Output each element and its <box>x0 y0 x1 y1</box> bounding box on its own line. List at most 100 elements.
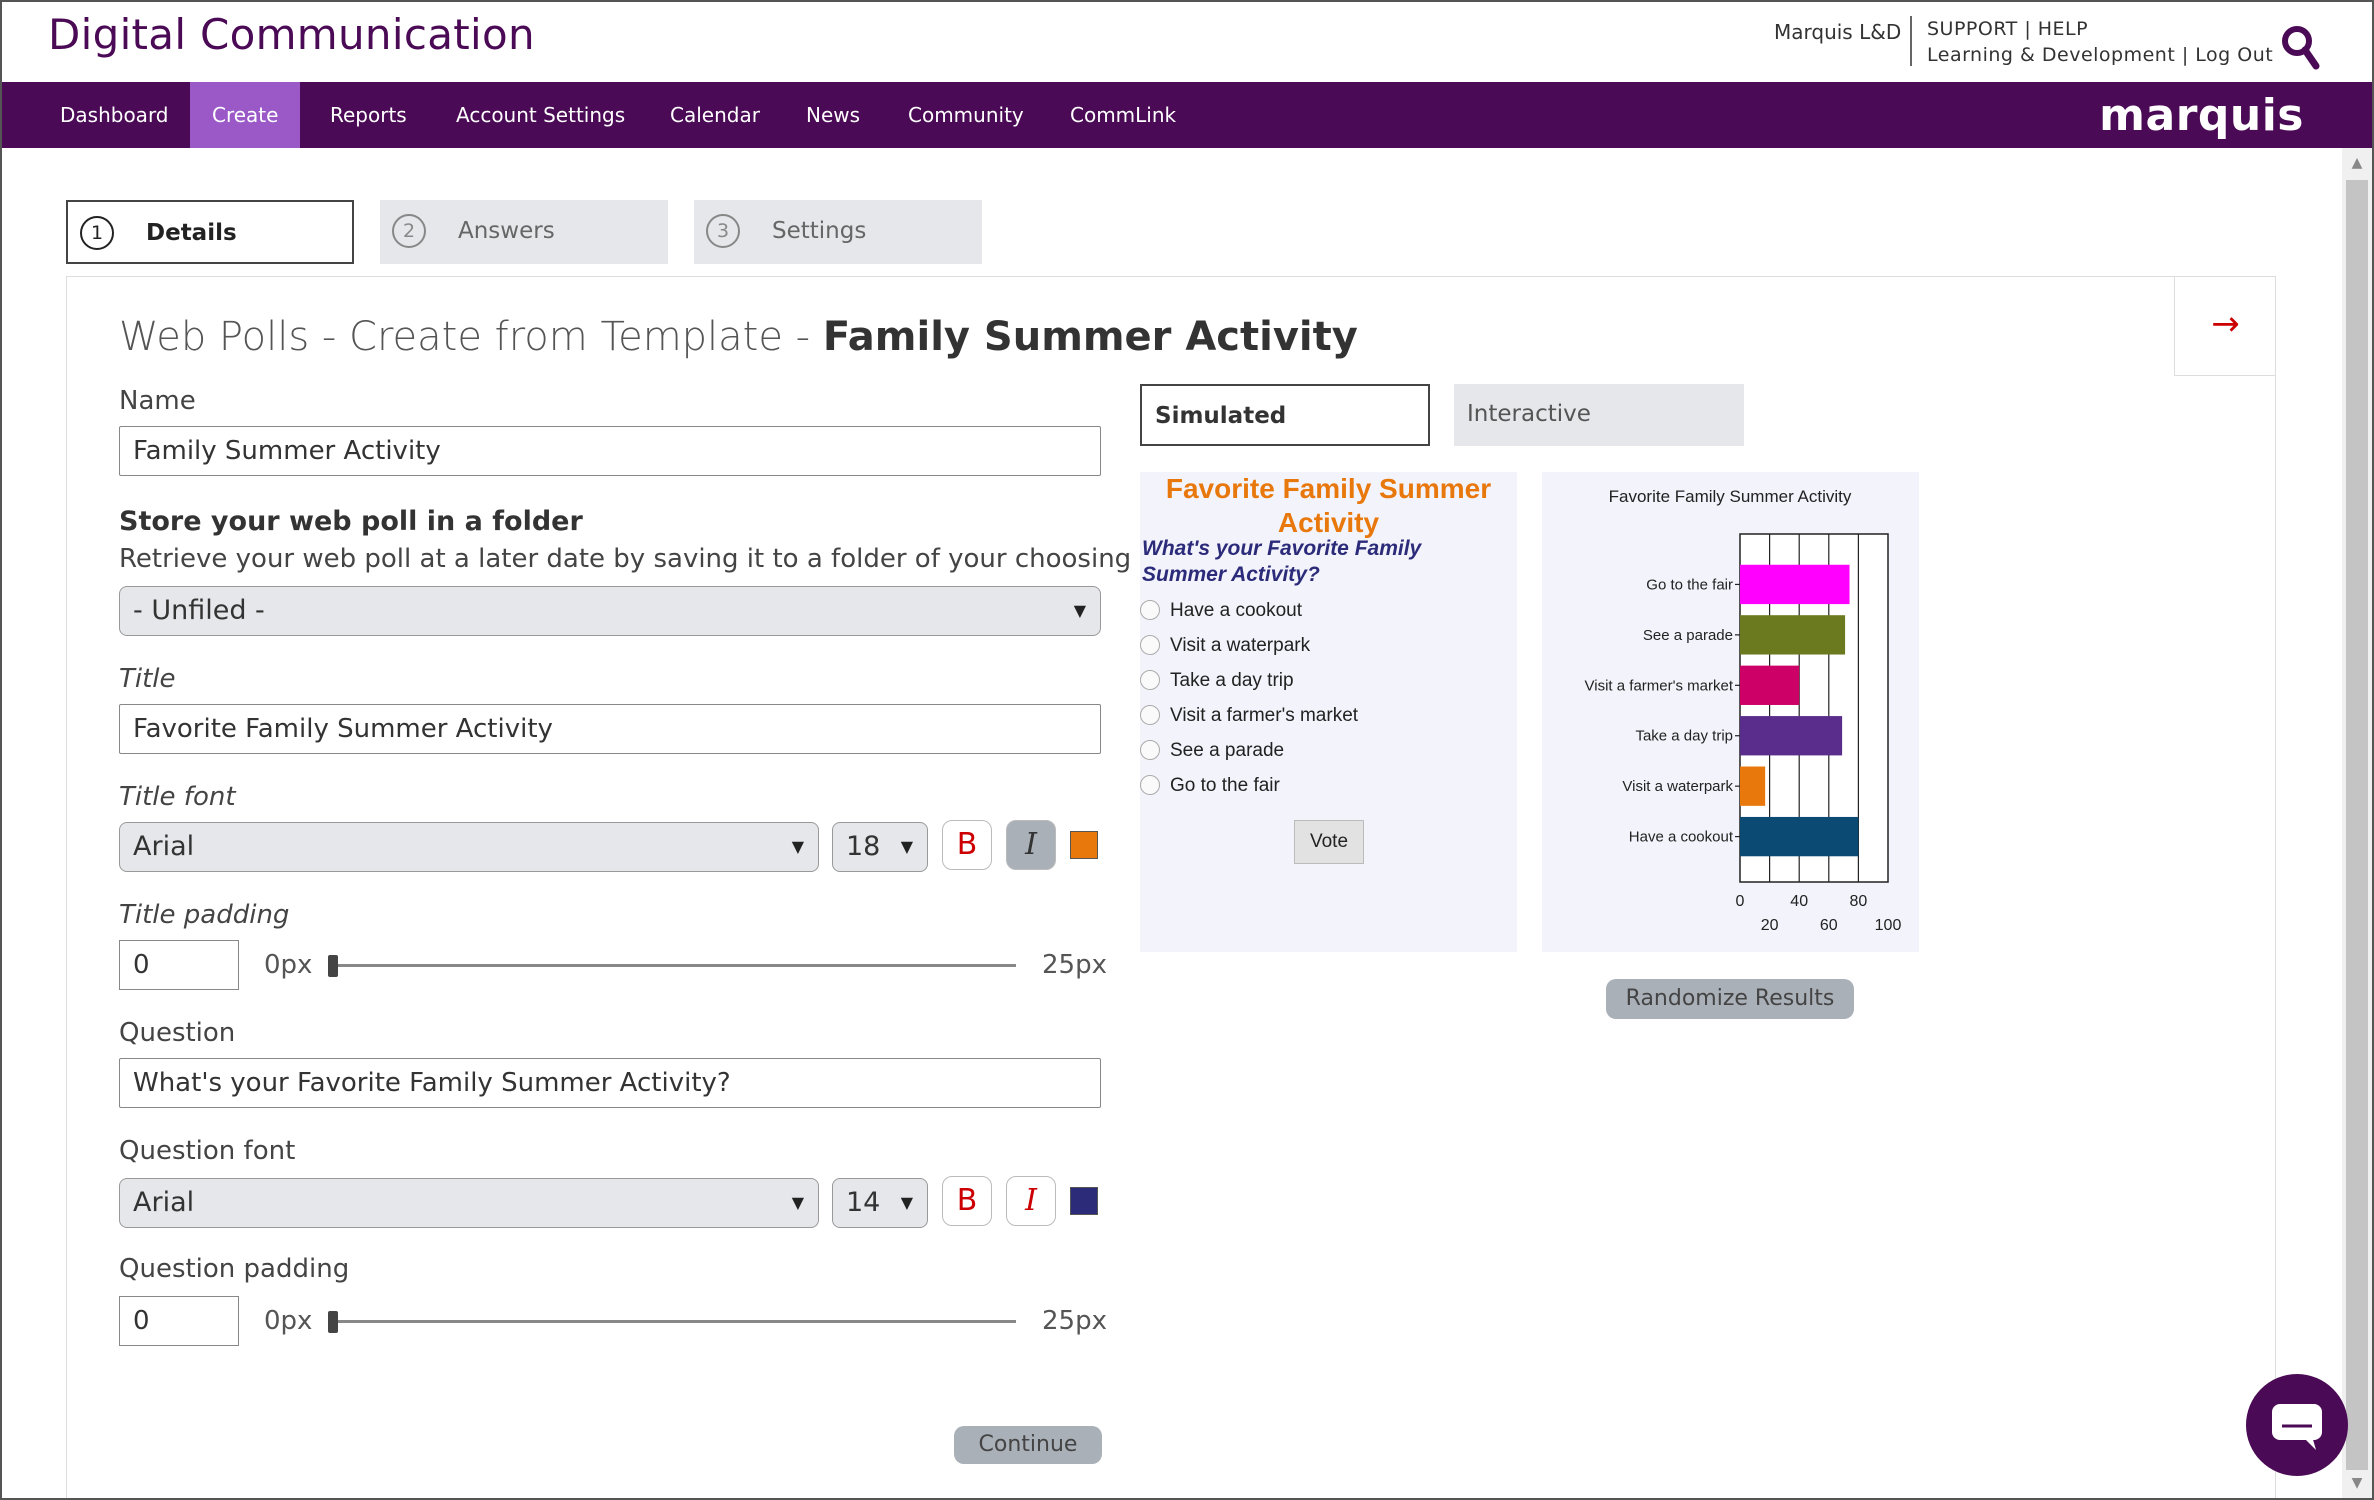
nav-item-community[interactable]: Community <box>886 82 1046 148</box>
chart-category-label: Go to the fair <box>1646 576 1733 593</box>
tab-simulated[interactable]: Simulated <box>1140 384 1430 446</box>
chart-x-tick-label: 60 <box>1820 917 1838 934</box>
chart-x-tick-label: 20 <box>1761 917 1779 934</box>
radio-icon[interactable] <box>1140 600 1160 620</box>
question-padding-slider-handle[interactable] <box>328 1311 338 1333</box>
nav-item-account-settings[interactable]: Account Settings <box>434 82 647 148</box>
question-bold-button[interactable]: B <box>942 1176 992 1226</box>
page-title-prefix: Web Polls - Create from Template - <box>119 314 823 360</box>
results-chart-preview: Favorite Family Summer Activity Go to the… <box>1542 472 1919 952</box>
support-link[interactable]: SUPPORT <box>1927 18 2018 40</box>
title-font-select[interactable]: Arial ▼ <box>119 822 819 872</box>
nav-item-commlink[interactable]: CommLink <box>1048 82 1198 148</box>
slider-min-label: 0px <box>264 950 313 980</box>
step-label: Details <box>146 220 237 246</box>
question-label: Question <box>119 1018 236 1048</box>
title-padding-slider-handle[interactable] <box>328 955 338 977</box>
help-link[interactable]: HELP <box>2038 18 2088 40</box>
title-italic-button[interactable]: I <box>1006 820 1056 870</box>
folder-select[interactable]: - Unfiled - ▼ <box>119 586 1101 636</box>
chart-bar <box>1740 816 1859 857</box>
slider-min-label: 0px <box>264 1306 313 1336</box>
radio-icon[interactable] <box>1140 775 1160 795</box>
chart-bar <box>1740 615 1846 655</box>
title-input[interactable]: Favorite Family Summer Activity <box>119 704 1101 754</box>
chart-bar <box>1740 766 1766 806</box>
org-name: Learning & Development <box>1927 44 2176 66</box>
poll-option-label: Visit a waterpark <box>1170 635 1311 656</box>
separator-pipe: | <box>2024 18 2032 40</box>
question-padding-slider[interactable] <box>328 1320 1016 1323</box>
vote-button[interactable]: Vote <box>1294 820 1364 864</box>
logout-link[interactable]: Log Out <box>2195 44 2273 66</box>
question-size-value: 14 <box>846 1187 881 1218</box>
poll-preview: Favorite Family Summer Activity What's y… <box>1140 472 1517 952</box>
tab-interactive[interactable]: Interactive <box>1454 384 1744 446</box>
step-label: Answers <box>458 218 555 244</box>
poll-option[interactable]: Visit a farmer's market <box>1140 705 1358 727</box>
question-font-label: Question font <box>119 1136 296 1166</box>
chart-bar <box>1740 716 1843 756</box>
nav-item-news[interactable]: News <box>784 82 882 148</box>
title-color-swatch[interactable] <box>1070 831 1098 859</box>
poll-option[interactable]: Visit a waterpark <box>1140 635 1310 657</box>
step-answers[interactable]: 2 Answers <box>380 200 668 264</box>
account-name[interactable]: Marquis L&D <box>1774 20 1901 44</box>
question-color-swatch[interactable] <box>1070 1187 1098 1215</box>
chat-bubble-icon[interactable] <box>2246 1374 2348 1476</box>
step-number: 3 <box>706 214 740 248</box>
poll-title: Favorite Family Summer Activity <box>1165 473 1492 538</box>
step-details[interactable]: 1 Details <box>66 200 354 264</box>
step-settings[interactable]: 3 Settings <box>694 200 982 264</box>
continue-button[interactable]: Continue <box>954 1426 1102 1464</box>
randomize-results-button[interactable]: Randomize Results <box>1606 979 1854 1019</box>
poll-option[interactable]: See a parade <box>1140 740 1284 762</box>
question-size-select[interactable]: 14 ▼ <box>832 1178 928 1228</box>
chevron-down-icon: ▼ <box>900 837 913 856</box>
title-padding-input[interactable]: 0 <box>119 940 239 990</box>
search-icon[interactable] <box>2280 24 2320 72</box>
step-label: Settings <box>772 218 867 244</box>
title-padding-slider[interactable] <box>328 964 1016 967</box>
scroll-down-icon[interactable]: ▼ <box>2346 1472 2368 1494</box>
title-size-select[interactable]: 18 ▼ <box>832 822 928 872</box>
name-label: Name <box>119 386 196 416</box>
folder-select-value: - Unfiled - <box>133 595 265 626</box>
title-bold-button[interactable]: B <box>942 820 992 870</box>
poll-option-label: Go to the fair <box>1170 775 1280 796</box>
arrow-right-icon[interactable]: → <box>2174 276 2276 376</box>
app-window: Digital Communication Marquis L&D SUPPOR… <box>0 0 2374 1500</box>
chart-category-label: Visit a waterpark <box>1622 778 1733 795</box>
poll-option[interactable]: Go to the fair <box>1140 775 1280 797</box>
chart-category-label: Have a cookout <box>1629 829 1734 846</box>
question-input[interactable]: What's your Favorite Family Summer Activ… <box>119 1058 1101 1108</box>
chart-bar <box>1740 564 1850 605</box>
question-font-value: Arial <box>133 1187 195 1218</box>
question-font-select[interactable]: Arial ▼ <box>119 1178 819 1228</box>
name-input[interactable]: Family Summer Activity <box>119 426 1101 476</box>
chart-x-tick-label: 80 <box>1850 893 1868 910</box>
page-title-name: Family Summer Activity <box>822 314 1358 360</box>
question-padding-input[interactable]: 0 <box>119 1296 239 1346</box>
nav-item-calendar[interactable]: Calendar <box>648 82 782 148</box>
folder-heading: Store your web poll in a folder <box>119 506 583 537</box>
results-chart: Favorite Family Summer Activity Go to the… <box>1585 487 1902 934</box>
radio-icon[interactable] <box>1140 635 1160 655</box>
chevron-down-icon: ▼ <box>1073 601 1086 620</box>
poll-option[interactable]: Take a day trip <box>1140 670 1294 692</box>
nav-item-create[interactable]: Create <box>190 82 301 148</box>
nav-item-dashboard[interactable]: Dashboard <box>38 82 191 148</box>
radio-icon[interactable] <box>1140 705 1160 725</box>
step-number: 2 <box>392 214 426 248</box>
question-italic-button[interactable]: I <box>1006 1176 1056 1226</box>
radio-icon[interactable] <box>1140 670 1160 690</box>
page-title: Web Polls - Create from Template - Famil… <box>119 314 1358 360</box>
nav-item-reports[interactable]: Reports <box>308 82 429 148</box>
chart-x-tick-label: 100 <box>1875 917 1902 934</box>
scrollbar-thumb[interactable] <box>2346 180 2368 1470</box>
poll-option[interactable]: Have a cookout <box>1140 600 1302 622</box>
scroll-up-icon[interactable]: ▲ <box>2346 152 2368 174</box>
radio-icon[interactable] <box>1140 740 1160 760</box>
app-title: Digital Communication <box>48 10 535 59</box>
main-nav: Dashboard Create Reports Account Settings Ca… <box>2 82 2372 148</box>
